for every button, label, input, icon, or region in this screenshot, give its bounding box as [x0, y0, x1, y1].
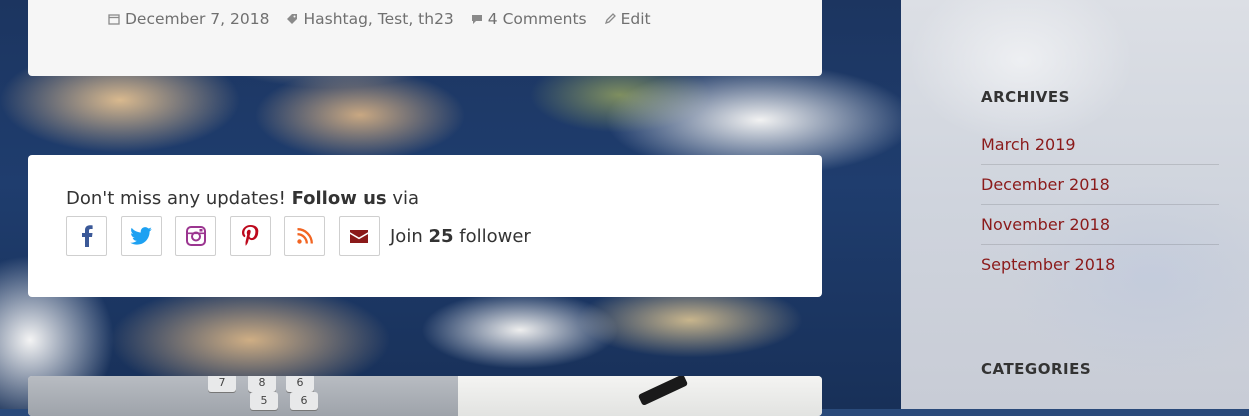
calculator-key: 7	[208, 376, 236, 392]
archives-title: ARCHIVES	[981, 88, 1070, 106]
twitter-button[interactable]	[120, 216, 162, 256]
next-post-card[interactable]: 7 8 6 5 6	[28, 376, 822, 416]
post-edit-text: Edit	[620, 10, 651, 28]
follower-count: Join 25 follower	[390, 226, 531, 247]
pinterest-button[interactable]	[229, 216, 271, 256]
archive-link[interactable]: December 2018	[981, 165, 1219, 205]
calculator-key: 8	[248, 376, 276, 392]
archives-list: March 2019 December 2018 November 2018 S…	[981, 125, 1219, 285]
calculator-key: 6	[286, 376, 314, 392]
pinterest-icon	[241, 225, 258, 246]
join-prefix: Join	[390, 225, 429, 247]
twitter-icon	[130, 227, 152, 245]
email-icon	[350, 229, 368, 243]
post-comments-text: 4 Comments	[487, 10, 587, 28]
post-edit[interactable]: Edit	[604, 10, 651, 28]
rss-button[interactable]	[284, 216, 325, 256]
facebook-button[interactable]	[66, 216, 107, 256]
archive-link[interactable]: September 2018	[981, 245, 1219, 285]
post-date[interactable]: December 7, 2018	[108, 10, 269, 28]
join-count: 25	[428, 225, 454, 247]
post-meta: December 7, 2018 Hashtag, Test, th23 4 C…	[108, 10, 668, 28]
comment-icon	[471, 15, 482, 24]
calculator-key: 6	[290, 392, 318, 410]
facebook-icon	[81, 225, 93, 247]
post-tags-text: Hashtag, Test, th23	[303, 10, 454, 28]
tag-icon	[287, 14, 298, 24]
calculator-key: 5	[250, 392, 278, 410]
social-icons: Join 25 follower	[66, 216, 531, 256]
post-meta-card: December 7, 2018 Hashtag, Test, th23 4 C…	[28, 0, 822, 76]
follow-bold: Follow us	[291, 188, 387, 209]
email-button[interactable]	[338, 216, 380, 256]
follow-text: Don't miss any updates! Follow us via	[66, 188, 419, 209]
instagram-icon	[185, 226, 206, 246]
categories-title: CATEGORIES	[981, 360, 1092, 378]
post-tags[interactable]: Hashtag, Test, th23	[286, 10, 454, 28]
post-comments[interactable]: 4 Comments	[471, 10, 587, 28]
follow-suffix: via	[386, 188, 420, 209]
post-date-text: December 7, 2018	[125, 10, 270, 28]
archive-link[interactable]: November 2018	[981, 205, 1219, 245]
join-suffix: follower	[453, 225, 531, 247]
instagram-button[interactable]	[175, 216, 216, 256]
calendar-icon	[108, 14, 120, 25]
archive-link[interactable]: March 2019	[981, 125, 1219, 165]
calculator-image: 7 8 6 5 6	[28, 376, 458, 416]
follow-prefix: Don't miss any updates!	[66, 188, 292, 209]
follow-widget: Don't miss any updates! Follow us via Jo…	[28, 155, 822, 297]
pencil-icon	[604, 13, 616, 25]
rss-icon	[296, 228, 313, 244]
